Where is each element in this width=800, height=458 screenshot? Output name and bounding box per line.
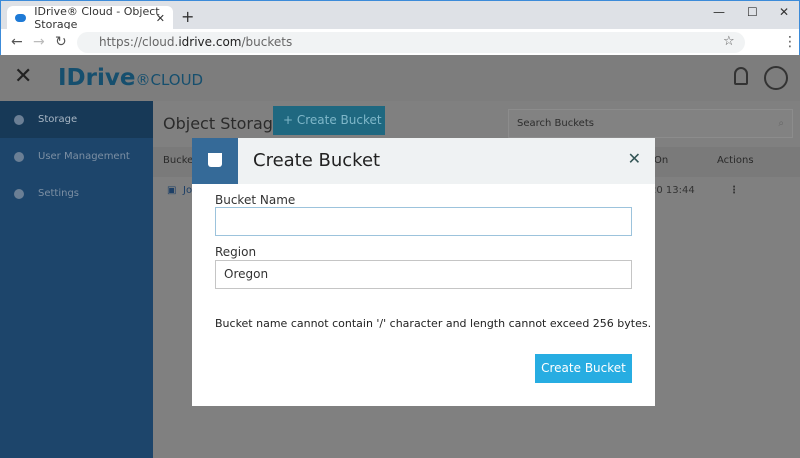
create-bucket-button[interactable]: + Create Bucket [273,106,385,135]
created-date: 20 13:44 [650,185,695,196]
minimize-button[interactable]: — [713,5,725,19]
column-header-bucket[interactable]: Bucke [163,155,193,166]
logo-sub: ®CLOUD [135,71,204,89]
gear-icon [14,188,24,199]
sidebar-item-label: Settings [38,188,80,199]
sidebar-item-storage[interactable]: Storage [0,101,153,138]
bucket-name[interactable]: Jo [183,185,192,196]
browser-tab-bar: IDrive® Cloud - Object Storage ✕ + — ☐ ✕ [0,0,800,31]
idrive-cloud-logo: IDrive®CLOUD [58,65,203,91]
create-bucket-submit-button[interactable]: Create Bucket [535,354,632,383]
avatar[interactable] [764,66,788,90]
bucket-icon: ▣ [167,185,177,196]
url-prefix: https://cloud. [99,35,179,49]
bucket-name-input[interactable] [215,207,632,236]
close-menu-icon[interactable]: ✕ [14,64,32,89]
close-tab-icon[interactable]: ✕ [156,12,165,25]
close-window-button[interactable]: ✕ [779,5,789,19]
tab-title: IDrive® Cloud - Object Storage [34,5,160,31]
new-tab-button[interactable]: + [181,7,194,26]
search-icon[interactable]: ⌕ [778,110,784,137]
actions-menu-icon[interactable]: ⋮ [729,185,739,196]
storage-icon [14,114,24,125]
bucket-name-label: Bucket Name [215,193,296,207]
cloud-icon [15,14,27,22]
address-bar-row: ← → ↻ https://cloud.idrive.com/buckets ☆… [0,29,800,55]
sidebar-item-user-management[interactable]: User Management [0,138,153,175]
url-domain: idrive.com [178,35,242,49]
browser-menu-icon[interactable]: ⋮ [783,34,797,50]
reload-icon[interactable]: ↻ [55,34,67,50]
url-input[interactable]: https://cloud.idrive.com/buckets [77,32,745,53]
forward-icon[interactable]: → [33,34,45,50]
dialog-header: Create Bucket ✕ [192,138,655,184]
app-header: ✕ IDrive®CLOUD [0,55,800,101]
sidebar-item-label: User Management [38,151,130,162]
bucket-icon [192,138,238,184]
back-icon[interactable]: ← [11,34,23,50]
maximize-button[interactable]: ☐ [747,5,758,19]
page-title: Object Storage [163,114,283,133]
column-header-actions: Actions [717,155,754,166]
logo-main: IDrive [58,65,136,91]
user-icon [14,151,24,162]
bell-icon[interactable] [734,67,748,85]
star-icon[interactable]: ☆ [723,34,735,49]
browser-tab[interactable]: IDrive® Cloud - Object Storage ✕ [7,5,173,31]
dialog-title: Create Bucket [253,150,381,171]
region-select[interactable]: Oregon [215,260,632,289]
create-bucket-dialog: Create Bucket ✕ Bucket Name Region Orego… [192,138,655,406]
bucket-name-note: Bucket name cannot contain '/' character… [215,317,652,330]
column-header-created-on[interactable]: On [654,155,668,166]
region-label: Region [215,245,257,259]
sidebar-item-label: Storage [38,114,78,125]
sidebar: Storage User Management Settings [0,101,153,458]
search-input[interactable]: Search Buckets ⌕ [508,109,793,138]
sidebar-item-settings[interactable]: Settings [0,175,153,212]
url-path: /buckets [241,35,293,49]
search-placeholder: Search Buckets [517,118,594,129]
close-icon[interactable]: ✕ [628,149,641,168]
